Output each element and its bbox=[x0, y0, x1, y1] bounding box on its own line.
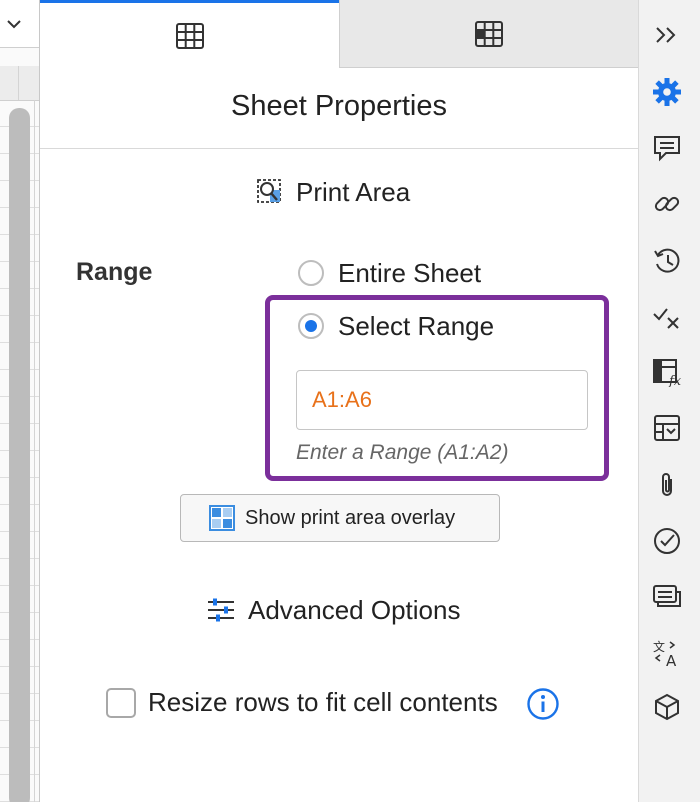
resize-rows-checkbox[interactable] bbox=[106, 688, 136, 718]
panel-tabs bbox=[40, 0, 638, 68]
tab-cell[interactable] bbox=[339, 0, 638, 68]
right-toolbar: fx 文A bbox=[638, 0, 700, 802]
history-icon[interactable] bbox=[652, 246, 682, 276]
info-icon[interactable] bbox=[526, 687, 560, 726]
advanced-options-heading: Advanced Options bbox=[206, 590, 460, 630]
overlay-button-label: Show print area overlay bbox=[245, 506, 456, 529]
vertical-scrollbar[interactable] bbox=[9, 108, 30, 802]
print-area-heading: Print Area bbox=[256, 172, 410, 212]
sliders-icon bbox=[208, 598, 234, 622]
comment-icon[interactable] bbox=[652, 133, 682, 163]
check-circle-icon[interactable] bbox=[652, 526, 682, 556]
range-input[interactable]: A1:A6 bbox=[296, 370, 588, 430]
dropdown-toggle[interactable] bbox=[0, 0, 39, 48]
cube-icon[interactable] bbox=[652, 692, 682, 722]
function-icon[interactable]: fx bbox=[652, 357, 682, 387]
table-dropdown-icon[interactable] bbox=[652, 413, 682, 443]
cell-select-icon bbox=[475, 20, 503, 47]
select-range-radio[interactable] bbox=[298, 313, 324, 339]
translate-icon[interactable]: 文A bbox=[652, 638, 682, 668]
column-header bbox=[0, 66, 39, 101]
svg-text:文: 文 bbox=[653, 639, 665, 654]
resize-rows-label[interactable]: Resize rows to fit cell contents bbox=[148, 687, 498, 718]
sheet-properties-panel: Sheet Properties Print Area Range Entire… bbox=[40, 68, 638, 802]
entire-sheet-label[interactable]: Entire Sheet bbox=[338, 258, 481, 289]
select-range-label[interactable]: Select Range bbox=[338, 311, 494, 342]
gear-icon[interactable] bbox=[652, 77, 682, 107]
print-area-label: Print Area bbox=[296, 176, 411, 207]
range-hint: Enter a Range (A1:A2) bbox=[296, 441, 509, 464]
svg-text:fx: fx bbox=[668, 374, 682, 387]
collapse-chevrons-icon[interactable] bbox=[652, 20, 682, 50]
range-label: Range bbox=[76, 258, 153, 286]
entire-sheet-radio[interactable] bbox=[298, 260, 324, 286]
tab-sheet[interactable] bbox=[40, 0, 339, 68]
link-icon[interactable] bbox=[652, 189, 682, 219]
table-grid-icon bbox=[175, 22, 204, 49]
check-x-icon[interactable] bbox=[652, 302, 682, 332]
attachment-icon[interactable] bbox=[652, 470, 682, 500]
divider bbox=[40, 148, 638, 149]
advanced-options-label: Advanced Options bbox=[248, 594, 461, 625]
chevron-down-icon bbox=[7, 20, 21, 29]
page-title: Sheet Properties bbox=[230, 90, 447, 122]
overlay-grid-icon bbox=[209, 505, 235, 531]
show-print-area-overlay-button[interactable]: Show print area overlay bbox=[180, 494, 500, 542]
spreadsheet-edge bbox=[0, 0, 40, 802]
cards-icon[interactable] bbox=[652, 582, 682, 612]
svg-text:A: A bbox=[666, 652, 677, 668]
print-area-icon bbox=[257, 179, 281, 203]
